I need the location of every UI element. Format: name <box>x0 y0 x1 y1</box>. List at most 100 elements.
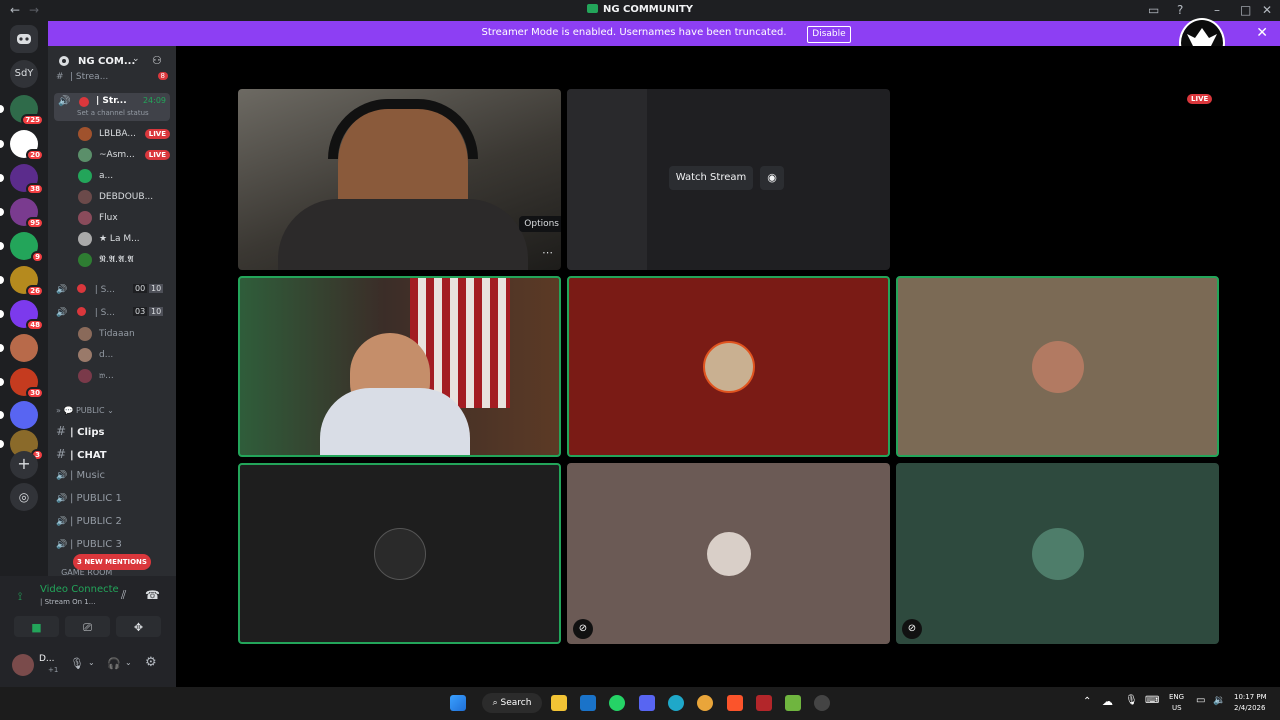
disconnect-icon[interactable]: ☎ <box>145 588 160 602</box>
hash-icon: # <box>56 447 67 461</box>
server-icon[interactable] <box>10 401 38 429</box>
whatsapp-icon[interactable] <box>609 695 625 711</box>
channel-item[interactable]: 🔊 | PUBLIC 1 <box>56 493 174 504</box>
voice-channel-name: | S... <box>94 308 115 318</box>
server-icon[interactable]: 48 <box>10 300 44 331</box>
jacket-shape <box>320 388 470 455</box>
add-person-icon[interactable]: ⚇ <box>152 54 162 67</box>
microphone-icon[interactable]: 🎙 <box>70 657 84 670</box>
voice-member[interactable]: Flux <box>78 210 170 229</box>
category-public[interactable]: » 💬 PUBLIC ⌄ <box>56 406 174 415</box>
voice-member[interactable]: 𝕹.𝕬.𝕬.𝕬 <box>78 252 170 271</box>
video-tile[interactable]: Options ⋯ <box>238 89 561 270</box>
app-icon[interactable] <box>785 695 801 711</box>
participant-tile[interactable] <box>238 463 561 644</box>
voice-member[interactable]: LBLBA... LIVE <box>78 126 170 145</box>
channel-partial[interactable]: # | Strea... 8 <box>56 72 174 82</box>
headset-shape <box>328 99 478 159</box>
keyboard-icon[interactable]: ⌨ <box>1145 695 1159 706</box>
voice-channel-link[interactable]: | Stream On 1... <box>40 598 95 606</box>
microphone-icon[interactable]: 🎙 <box>1125 695 1138 706</box>
channel-item[interactable]: # | CHAT <box>56 447 174 461</box>
server-icon[interactable]: 9 <box>10 232 44 263</box>
discord-home-button[interactable] <box>10 25 38 53</box>
server-icon[interactable] <box>10 334 38 362</box>
chevron-down-icon[interactable]: ⌄ <box>125 658 132 667</box>
channel-item[interactable]: 🔊 | PUBLIC 2 <box>56 516 174 527</box>
noise-suppression-icon[interactable]: ⫽ <box>121 588 126 603</box>
screen-share-button[interactable]: ⎚ <box>65 616 110 637</box>
popout-button[interactable]: ◉ <box>760 166 784 190</box>
participant-tile[interactable]: ⊘ <box>896 463 1219 644</box>
participant-tile[interactable] <box>567 276 890 457</box>
chrome-icon[interactable] <box>697 695 713 711</box>
close-window-icon[interactable]: ✕ <box>1262 3 1272 17</box>
voice-channel[interactable]: 🔊 | S... 03 10 <box>56 307 174 318</box>
participant-tile[interactable]: ⊘ <box>567 463 890 644</box>
voice-member[interactable]: d... <box>78 347 170 366</box>
mention-badge: 48 <box>26 319 44 331</box>
active-voice-channel[interactable]: 🔊 | Str... 24:09 Set a channel status <box>54 93 170 121</box>
discover-button[interactable]: ◎ <box>10 483 38 511</box>
file-explorer-icon[interactable] <box>551 695 567 711</box>
windows-start-icon[interactable] <box>450 695 466 711</box>
speaker-icon: 🔊 <box>58 96 71 107</box>
unread-indicator <box>0 140 4 148</box>
server-icon[interactable]: 38 <box>10 164 44 195</box>
channel-item[interactable]: # | Clips <box>56 424 174 438</box>
channel-item[interactable]: 🔊 | Music <box>56 470 174 481</box>
voice-channel-name: | Str... <box>96 96 127 106</box>
voice-member[interactable]: a... <box>78 168 170 187</box>
brave-icon[interactable] <box>727 695 743 711</box>
display-icon[interactable]: ▭ <box>1196 695 1205 706</box>
video-tile[interactable] <box>238 276 561 457</box>
voice-status[interactable]: Video Connecte <box>40 584 119 595</box>
voice-member[interactable]: Tidaaan <box>78 326 170 345</box>
discord-taskbar-icon[interactable] <box>639 695 655 711</box>
headphones-icon[interactable]: 🎧 <box>107 657 121 670</box>
cloud-icon[interactable]: ☁ <box>1102 695 1113 708</box>
minimize-icon[interactable]: – <box>1214 3 1220 17</box>
video-editor-icon[interactable] <box>756 695 772 711</box>
add-server-button[interactable]: + <box>10 451 38 479</box>
voice-member[interactable]: ★ La M... <box>78 231 170 250</box>
voice-channel[interactable]: 🔊 | S... 00 10 <box>56 284 174 295</box>
edge-icon[interactable] <box>668 695 684 711</box>
server-icon[interactable]: 95 <box>10 198 44 229</box>
disable-streamer-mode-button[interactable]: Disable <box>807 26 851 43</box>
clock-time[interactable]: 10:17 PM <box>1234 693 1267 701</box>
voice-member[interactable]: DEBDOUB... <box>78 189 170 208</box>
chevron-down-icon[interactable]: ⌄ <box>88 658 95 667</box>
compass-icon: ◎ <box>18 490 30 504</box>
server-icon[interactable]: 30 <box>10 368 44 399</box>
chevron-up-icon[interactable]: ⌃ <box>1083 696 1091 707</box>
server-icon[interactable]: 20 <box>10 130 44 161</box>
watch-stream-button[interactable]: Watch Stream <box>669 166 753 190</box>
close-icon[interactable]: ✕ <box>1256 25 1268 41</box>
outlook-icon[interactable] <box>580 695 596 711</box>
options-tooltip: Options <box>519 216 561 232</box>
gear-icon[interactable]: ⚙ <box>145 655 157 670</box>
lang-top[interactable]: ENG <box>1169 693 1184 701</box>
channel-status-placeholder[interactable]: Set a channel status <box>77 109 149 117</box>
voice-member[interactable]: ~Asm... LIVE <box>78 147 170 166</box>
dm-folder[interactable]: SdY <box>10 60 38 88</box>
avatar[interactable] <box>12 654 34 676</box>
camera-button[interactable]: ■ <box>14 616 59 637</box>
taskbar-search[interactable]: ⌕ Search <box>482 693 542 713</box>
participant-tile[interactable] <box>896 276 1219 457</box>
stream-preview-tile[interactable]: Watch Stream ◉ <box>567 89 890 270</box>
avatar <box>373 527 426 580</box>
speaker-icon[interactable]: 🔉 <box>1213 695 1225 706</box>
help-icon[interactable]: ? <box>1177 3 1183 17</box>
channel-item[interactable]: 🔊 | PUBLIC 3 <box>56 539 174 550</box>
new-mentions-pill[interactable]: 3 NEW MENTIONS <box>73 554 151 570</box>
maximize-icon[interactable]: □ <box>1240 3 1251 17</box>
obs-icon[interactable] <box>814 695 830 711</box>
server-icon[interactable]: 26 <box>10 266 44 297</box>
inbox-icon[interactable]: ▭ <box>1148 3 1159 17</box>
more-options-icon[interactable]: ⋯ <box>542 246 553 259</box>
voice-member[interactable]: 𝔴... <box>78 368 170 387</box>
server-icon[interactable]: 725 <box>10 95 44 126</box>
activities-button[interactable]: ✥ <box>116 616 161 637</box>
